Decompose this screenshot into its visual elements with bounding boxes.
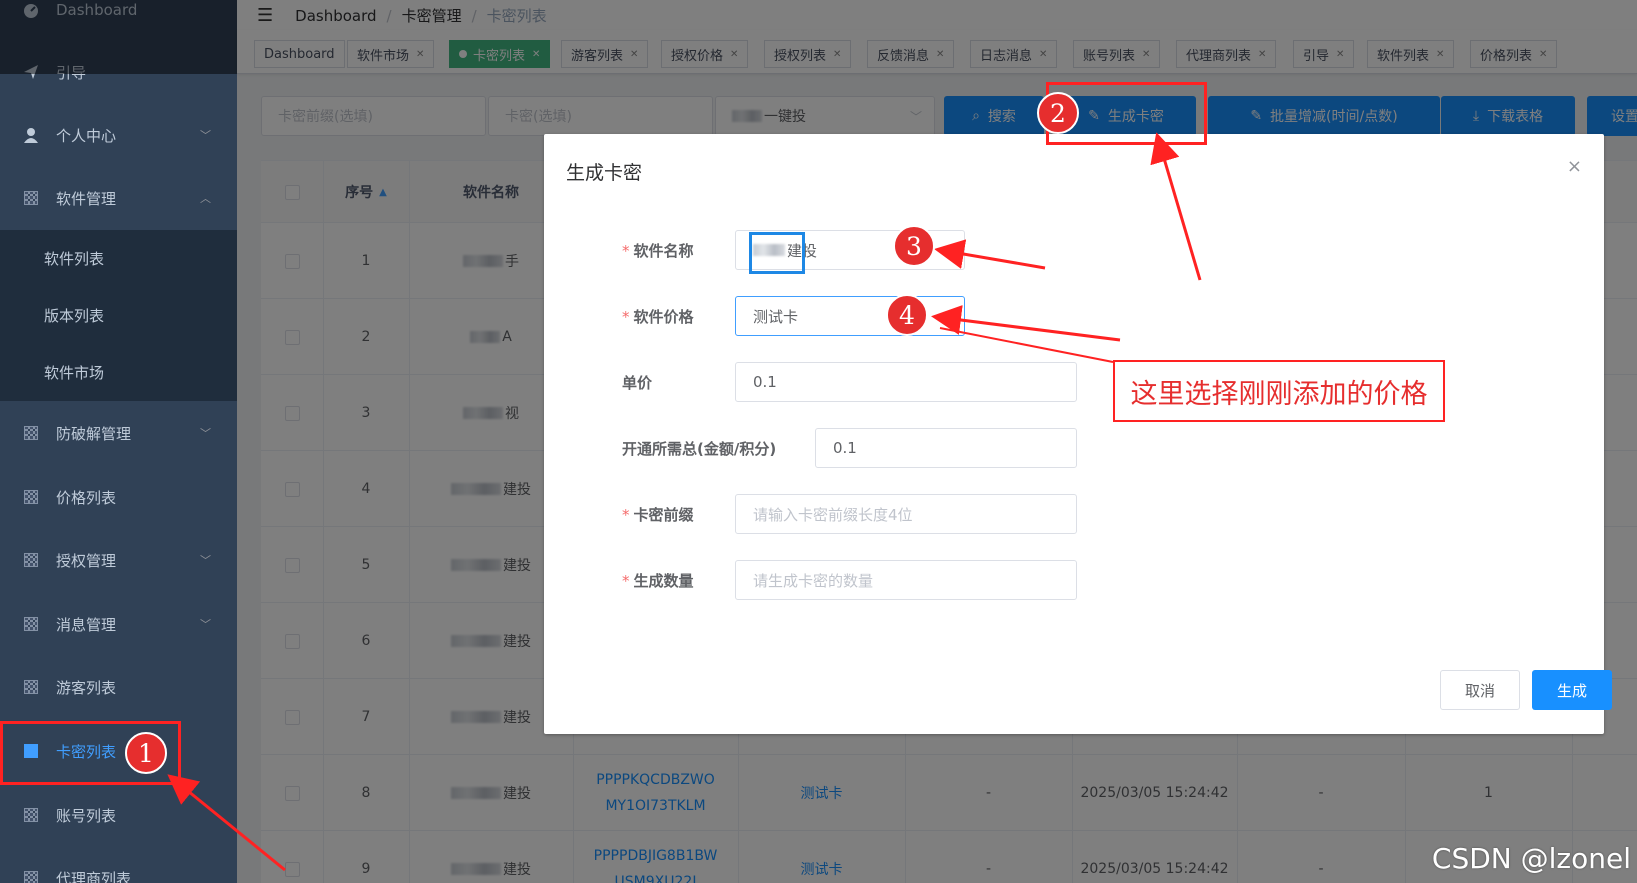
sidebar-subitem-version-list[interactable]: 版本列表 [0,287,237,344]
card-prefix-field[interactable]: 请输入卡密前缀长度4位 [735,494,1077,534]
annotation-box-blue [749,232,805,274]
sidebar-item-account-list[interactable]: 账号列表 [0,785,237,845]
grid-icon [22,678,40,696]
chevron-down-icon: ﹀ [200,554,211,567]
sidebar-item-profile[interactable]: 个人中心 ﹀ [0,105,237,165]
sidebar-item-anti-crack[interactable]: 防破解管理 ﹀ [0,403,237,463]
unit-price-label: 单价 [622,372,652,393]
annotation-note: 这里选择刚刚添加的价格 [1113,360,1445,422]
sidebar-item-guest-list[interactable]: 游客列表 [0,657,237,717]
grid-icon [22,551,40,569]
sidebar-item-auth-management[interactable]: 授权管理 ﹀ [0,530,237,590]
annotation-badge-4: 4 [886,294,928,336]
software-price-select[interactable]: 测试卡 ﹀ [735,296,965,336]
annotation-badge-1: 1 [125,732,167,774]
close-icon[interactable]: × [1567,156,1582,177]
sidebar-item-software-management[interactable]: 软件管理 ︿ [0,168,237,228]
input-value: 0.1 [753,373,777,391]
chevron-down-icon: ﹀ [943,311,954,324]
software-name-label: * 软件名称 [622,242,694,260]
generate-count-field[interactable]: 请生成卡密的数量 [735,560,1077,600]
sidebar-item-label: 游客列表 [56,678,117,697]
label-text: 生成数量 [633,572,694,590]
watermark: CSDN @lzonel [1431,842,1631,875]
sidebar-item-price-list[interactable]: 价格列表 [0,467,237,527]
annotation-badge-2: 2 [1037,92,1079,134]
generate-card-dialog: 生成卡密 × * 软件名称 建投 ﹀ * 软件价格 测试卡 ﹀ 单价 0.1 开通所… [544,134,1612,734]
label-text: 软件价格 [633,308,694,326]
software-price-label: * 软件价格 [622,308,694,326]
sidebar-item-label: 代理商列表 [56,869,132,883]
sidebar-submenu: 软件列表 版本列表 软件市场 [0,230,237,401]
select-value: 测试卡 [753,307,799,326]
placeholder-text: 请生成卡密的数量 [753,571,874,590]
total-input[interactable]: 0.1 [815,428,1077,468]
chevron-down-icon: ﹀ [200,618,211,631]
sidebar-item-label: 授权管理 [56,551,117,570]
generate-count-label: * 生成数量 [622,572,694,590]
label-text: 软件名称 [633,242,694,260]
chevron-down-icon: ﹀ [200,129,211,142]
chevron-down-icon: ﹀ [943,245,954,258]
total-label: 开通所需总(金额/积分) [622,438,776,459]
sidebar-subitem-software-market[interactable]: 软件市场 [0,344,237,401]
modal-overlay-top [0,0,1637,74]
sidebar-item-label: 防破解管理 [56,424,132,443]
label-text: 开通所需总(金额/积分) [622,440,777,458]
input-value: 0.1 [833,439,857,457]
placeholder-text: 请输入卡密前缀长度4位 [753,505,913,524]
sidebar-item-agent-list[interactable]: 代理商列表 [0,848,237,883]
grid-icon [22,488,40,506]
unit-price-input[interactable]: 0.1 [735,362,1077,402]
sidebar-subitem-software-list[interactable]: 软件列表 [0,230,237,287]
sidebar-item-message-management[interactable]: 消息管理 ﹀ [0,594,237,654]
sidebar-item-label: 软件管理 [56,189,117,208]
sidebar-item-label: 价格列表 [56,488,117,507]
card-prefix-label: * 卡密前缀 [622,506,694,524]
sidebar-item-label: 账号列表 [56,806,117,825]
chevron-up-icon: ︿ [200,192,211,205]
sidebar-item-label: 消息管理 [56,615,117,634]
grid-icon [22,615,40,633]
dialog-title: 生成卡密 [566,162,643,184]
grid-icon [22,806,40,824]
grid-icon [22,869,40,883]
sidebar-item-label: 个人中心 [56,126,117,145]
grid-icon [22,424,40,442]
grid-icon [22,189,40,207]
annotation-badge-3: 3 [893,225,935,267]
label-text: 单价 [622,374,653,392]
user-icon [22,126,40,144]
generate-button[interactable]: 生成 [1532,670,1612,710]
cancel-button[interactable]: 取消 [1440,670,1520,710]
chevron-down-icon: ﹀ [200,427,211,440]
label-text: 卡密前缀 [633,506,694,524]
